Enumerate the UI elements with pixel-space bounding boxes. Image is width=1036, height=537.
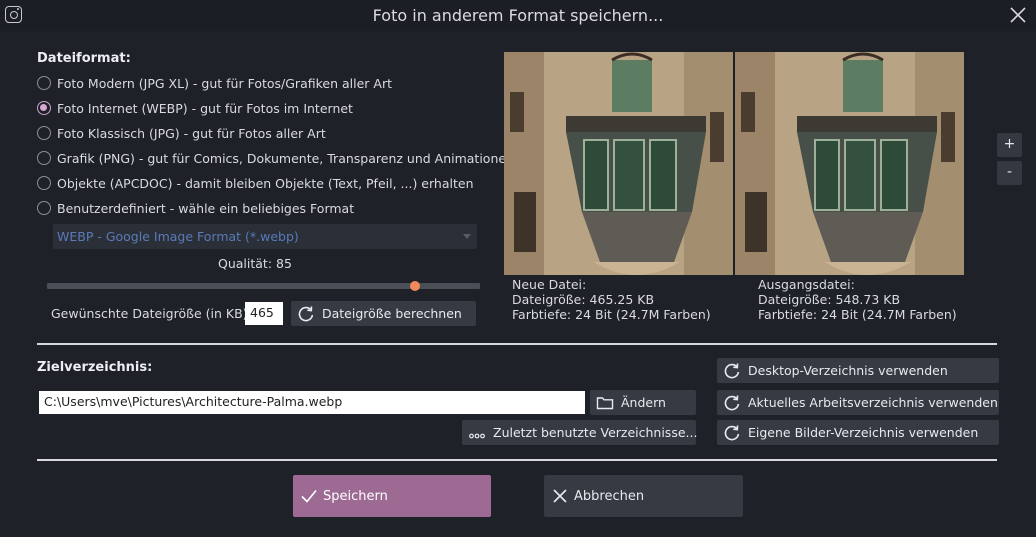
format-option-custom[interactable]: Benutzerdefiniert - wähle ein beliebiges… — [37, 199, 354, 217]
quality-value: 85 — [276, 256, 292, 271]
format-option-label: Foto Internet (WEBP) - gut für Fotos im … — [57, 100, 353, 116]
pictures-directory-button[interactable]: Eigene Bilder-Verzeichnis verwenden — [717, 420, 999, 445]
format-option-jxl[interactable]: Foto Modern (JPG XL) - gut für Fotos/Gra… — [37, 74, 392, 92]
format-option-png[interactable]: Grafik (PNG) - gut für Comics, Dokumente… — [37, 149, 514, 167]
calculate-size-label: Dateigröße berechnen — [322, 306, 462, 321]
quality-label: Qualität: — [218, 256, 273, 271]
recent-directories-button[interactable]: Zuletzt benutzte Verzeichnisse... — [462, 420, 698, 445]
window-title: Foto in anderem Format speichern... — [372, 6, 664, 25]
desktop-directory-label: Desktop-Verzeichnis verwenden — [748, 363, 948, 378]
format-option-label: Foto Modern (JPG XL) - gut für Fotos/Gra… — [57, 75, 392, 91]
quality-readout: Qualität: 85 — [218, 256, 292, 271]
custom-format-value: WEBP - Google Image Format (*.webp) — [57, 229, 299, 244]
preview-new-image — [504, 52, 733, 275]
more-dots-icon — [467, 423, 487, 443]
radio-button[interactable] — [37, 176, 51, 190]
source-file-depth: Farbtiefe: 24 Bit (24.7M Farben) — [758, 307, 957, 322]
change-directory-button[interactable]: Ändern — [590, 390, 696, 415]
radio-button[interactable] — [37, 151, 51, 165]
format-option-label: Objekte (APCDOC) - damit bleiben Objekte… — [57, 175, 474, 191]
new-file-heading: Neue Datei: — [512, 277, 587, 292]
format-option-webp[interactable]: Foto Internet (WEBP) - gut für Fotos im … — [37, 99, 353, 117]
desktop-directory-button[interactable]: Desktop-Verzeichnis verwenden — [717, 358, 999, 383]
zoom-out-button[interactable]: - — [997, 161, 1022, 185]
pictures-directory-label: Eigene Bilder-Verzeichnis verwenden — [748, 425, 979, 440]
folder-icon — [595, 393, 615, 413]
new-file-size: Dateigröße: 465.25 KB — [512, 292, 655, 307]
save-button[interactable]: Speichern — [293, 475, 491, 517]
format-heading: Dateiformat: — [37, 51, 131, 66]
refresh-icon — [722, 393, 742, 413]
close-icon — [553, 489, 567, 503]
format-option-apcdoc[interactable]: Objekte (APCDOC) - damit bleiben Objekte… — [37, 174, 474, 192]
format-option-jpg[interactable]: Foto Klassisch (JPG) - gut für Fotos all… — [37, 124, 326, 142]
cancel-label: Abbrechen — [574, 488, 645, 504]
source-file-info: Ausgangsdatei: Dateigröße: 548.73 KB Far… — [758, 277, 957, 322]
radio-button[interactable] — [37, 201, 51, 215]
quality-slider-thumb[interactable] — [410, 281, 420, 291]
close-icon — [1010, 7, 1026, 23]
refresh-icon — [296, 304, 316, 324]
checkmark-icon — [301, 489, 317, 503]
refresh-icon — [722, 361, 742, 381]
radio-button-selected[interactable] — [37, 101, 51, 115]
new-file-depth: Farbtiefe: 24 Bit (24.7M Farben) — [512, 307, 711, 322]
target-size-label: Gewünschte Dateigröße (in KB): — [51, 306, 252, 321]
radio-button[interactable] — [37, 76, 51, 90]
title-bar: Foto in anderem Format speichern... — [0, 0, 1036, 31]
divider — [37, 459, 997, 461]
source-file-heading: Ausgangsdatei: — [758, 277, 855, 292]
preview-source-image — [735, 52, 964, 275]
target-size-input[interactable]: 465 — [245, 302, 283, 325]
chevron-down-icon — [463, 234, 471, 239]
calculate-size-button[interactable]: Dateigröße berechnen — [291, 301, 476, 326]
recent-directories-label: Zuletzt benutzte Verzeichnisse... — [493, 425, 698, 440]
divider — [37, 343, 997, 345]
change-directory-label: Ändern — [621, 395, 666, 410]
cancel-button[interactable]: Abbrechen — [544, 475, 743, 517]
source-file-size: Dateigröße: 548.73 KB — [758, 292, 901, 307]
destination-heading: Zielverzeichnis: — [37, 360, 153, 375]
format-option-label: Grafik (PNG) - gut für Comics, Dokumente… — [57, 150, 514, 166]
custom-format-select[interactable]: WEBP - Google Image Format (*.webp) — [53, 224, 477, 249]
format-option-label: Benutzerdefiniert - wähle ein beliebiges… — [57, 200, 355, 216]
save-label: Speichern — [323, 488, 388, 504]
radio-button[interactable] — [37, 126, 51, 140]
working-directory-button[interactable]: Aktuelles Arbeitsverzeichnis verwenden — [717, 390, 999, 415]
destination-path-input[interactable]: C:\Users\mve\Pictures\Architecture-Palma… — [39, 391, 585, 414]
new-file-info: Neue Datei: Dateigröße: 465.25 KB Farbti… — [512, 277, 711, 322]
working-directory-label: Aktuelles Arbeitsverzeichnis verwenden — [748, 395, 998, 410]
refresh-icon — [722, 423, 742, 443]
zoom-in-button[interactable]: + — [997, 133, 1022, 157]
format-option-label: Foto Klassisch (JPG) - gut für Fotos all… — [57, 125, 326, 141]
close-button[interactable] — [1006, 3, 1030, 27]
